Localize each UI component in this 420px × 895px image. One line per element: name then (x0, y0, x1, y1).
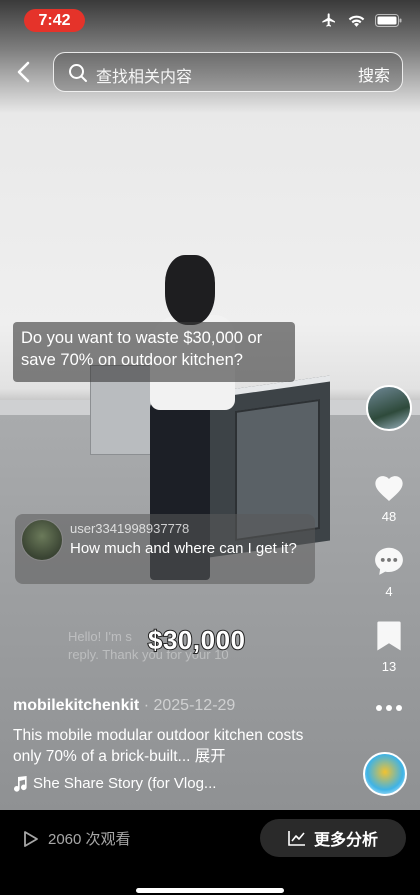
save-count: 13 (381, 659, 397, 674)
comment-avatar[interactable] (21, 519, 63, 561)
video-person-head (165, 255, 215, 325)
view-count-text: 2060 次观看 (48, 831, 131, 848)
heart-icon (375, 476, 403, 502)
search-icon (69, 64, 87, 82)
comment-button[interactable]: 4 (364, 545, 414, 599)
music-note-icon (14, 775, 27, 792)
comment-count: 4 (385, 584, 393, 599)
bookmark-icon (377, 621, 401, 651)
play-outline-icon (24, 830, 38, 847)
comment-bubble-icon (375, 547, 403, 575)
airplane-icon (322, 13, 335, 27)
post-meta: mobilekitchenkit · 2025-12-29 (13, 697, 313, 715)
post-info: mobilekitchenkit · 2025-12-29 This mobil… (13, 697, 313, 792)
expand-button[interactable]: 展开 (195, 748, 226, 765)
search-input[interactable]: 查找相关内容 搜索 (53, 52, 403, 92)
music-disc-avatar[interactable] (363, 752, 407, 796)
comment-text: How much and where can I get it? (70, 540, 297, 557)
wifi-icon (348, 15, 365, 27)
meta-separator: · (143, 697, 150, 714)
line-chart-icon (288, 831, 305, 846)
video-caption: Do you want to waste $30,000 or save 70%… (13, 322, 295, 382)
more-dots-icon (376, 705, 402, 711)
like-button[interactable]: 48 (364, 472, 414, 524)
more-button[interactable] (364, 700, 414, 718)
post-description-text: This mobile modular outdoor kitchen cost… (13, 727, 304, 765)
like-count: 48 (381, 509, 397, 524)
save-button[interactable]: 13 (364, 620, 414, 674)
chevron-left-icon (17, 61, 30, 83)
music-title: She Share Story (for Vlog... (33, 775, 217, 792)
comment-username: user3341998937778 (70, 521, 190, 536)
pinned-comment[interactable]: user3341998937778 How much and where can… (15, 514, 315, 584)
author-name[interactable]: mobilekitchenkit (13, 697, 139, 714)
more-analysis-label: 更多分析 (313, 832, 378, 849)
music-track[interactable]: She Share Story (for Vlog... (13, 775, 313, 792)
battery-icon (375, 13, 402, 27)
home-indicator[interactable] (136, 888, 284, 893)
post-description[interactable]: This mobile modular outdoor kitchen cost… (13, 725, 313, 767)
status-icons (320, 12, 402, 28)
search-placeholder: 查找相关内容 (96, 69, 193, 86)
more-analysis-button[interactable]: 更多分析 (260, 819, 406, 857)
search-header: 查找相关内容 搜索 (0, 48, 420, 94)
status-bar: 7:42 (0, 0, 420, 44)
bottom-bar: 2060 次观看 更多分析 (0, 810, 420, 895)
back-button[interactable] (14, 60, 34, 84)
post-date: 2025-12-29 (153, 697, 236, 714)
view-count: 2060 次观看 (20, 828, 131, 849)
video-player[interactable] (0, 0, 420, 810)
search-button[interactable]: 搜索 (358, 62, 390, 86)
price-overlay: $30,000 (147, 624, 246, 656)
creator-avatar[interactable] (366, 385, 412, 431)
status-time: 7:42 (24, 9, 85, 32)
